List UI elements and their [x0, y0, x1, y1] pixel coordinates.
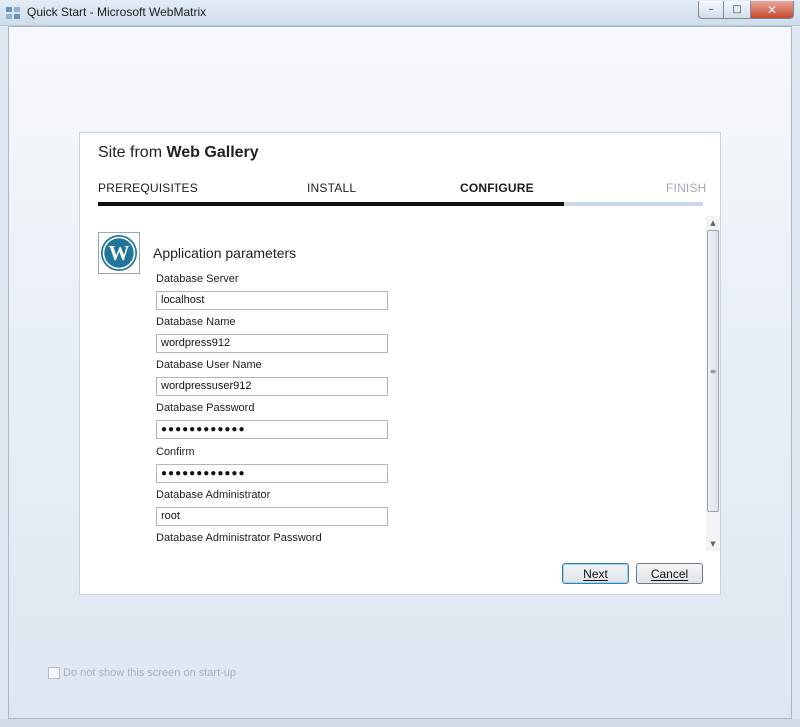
close-button[interactable]: ✕: [750, 1, 794, 19]
title-bar: Quick Start - Microsoft WebMatrix – □ ✕: [0, 0, 800, 26]
minimize-button[interactable]: –: [698, 1, 724, 19]
window-frame-bottom: [0, 719, 800, 727]
cancel-button[interactable]: Cancel: [636, 563, 703, 584]
scroll-up-arrow-icon[interactable]: ▲: [706, 216, 720, 230]
database-server-label: Database Server: [156, 273, 239, 285]
scroll-grip-icon: ≡: [709, 366, 717, 376]
next-button[interactable]: Next: [562, 563, 629, 584]
next-button-label: Next: [583, 566, 608, 581]
database-name-input[interactable]: wordpress912: [156, 334, 388, 353]
database-password-input[interactable]: ●●●●●●●●●●●●: [156, 420, 388, 439]
database-password-label: Database Password: [156, 402, 255, 414]
close-icon: ✕: [766, 2, 778, 17]
wordpress-logo-icon: W: [98, 232, 140, 274]
database-administrator-password-label: Database Administrator Password: [156, 532, 322, 544]
scroll-down-arrow-icon[interactable]: ▼: [706, 537, 720, 551]
step-finish: FINISH: [666, 181, 707, 195]
wizard-progress-track: [98, 202, 703, 206]
database-administrator-label: Database Administrator: [156, 489, 271, 501]
database-user-name-input[interactable]: wordpressuser912: [156, 377, 388, 396]
startup-checkbox[interactable]: [48, 667, 60, 679]
step-install: INSTALL: [307, 181, 357, 195]
form-scrollbar[interactable]: ▲ ≡ ▼: [706, 216, 720, 551]
wizard-steps: PREREQUISITES INSTALL CONFIGURE FINISH: [98, 181, 706, 197]
step-configure: CONFIGURE: [460, 181, 534, 195]
maximize-icon: □: [732, 4, 742, 15]
confirm-password-input[interactable]: ●●●●●●●●●●●●: [156, 464, 388, 483]
confirm-password-label: Confirm: [156, 446, 195, 458]
webmatrix-app-icon: [6, 7, 20, 19]
database-administrator-input[interactable]: root: [156, 507, 388, 526]
maximize-button[interactable]: □: [724, 1, 750, 19]
wordpress-logo-letter: W: [109, 241, 130, 265]
window-title: Quick Start - Microsoft WebMatrix: [27, 5, 207, 19]
cancel-button-label: Cancel: [650, 566, 689, 581]
scroll-thumb[interactable]: ≡: [707, 230, 719, 512]
database-server-input[interactable]: localhost: [156, 291, 388, 310]
panel-title: Site from Web Gallery: [98, 144, 259, 162]
startup-option: Do not show this screen on start-up: [48, 667, 236, 679]
step-prerequisites: PREREQUISITES: [98, 181, 198, 195]
minimize-icon: –: [708, 4, 714, 15]
database-user-name-label: Database User Name: [156, 359, 262, 371]
startup-checkbox-label: Do not show this screen on start-up: [63, 667, 237, 679]
panel-title-prefix: Site from: [98, 144, 167, 161]
panel-title-bold: Web Gallery: [166, 144, 259, 161]
section-title: Application parameters: [153, 245, 297, 261]
quick-start-panel: Site from Web Gallery PREREQUISITES INST…: [79, 132, 721, 595]
database-name-label: Database Name: [156, 316, 236, 328]
wizard-progress-fill: [98, 202, 564, 206]
